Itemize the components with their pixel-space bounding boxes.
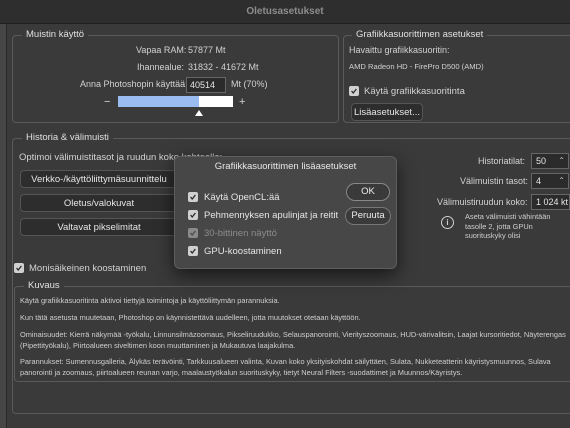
checkmark-icon bbox=[16, 265, 22, 272]
antialias-checkbox[interactable] bbox=[188, 210, 198, 220]
cache-levels-value: 4 bbox=[536, 176, 542, 186]
left-rail bbox=[0, 24, 7, 428]
cache-info-text: Aseta välimuisti vähintään tasolle 2, jo… bbox=[465, 212, 551, 242]
allow-unit: Mt (70%) bbox=[231, 79, 268, 89]
cache-levels-label: Välimuistin tasot: bbox=[460, 176, 529, 186]
multithread-checkbox[interactable] bbox=[14, 263, 24, 273]
opt-button-default-photos[interactable]: Oletus/valokuvat bbox=[20, 194, 178, 212]
description-p3: Ominaisuudet: Kierrä näkymää -työkalu, L… bbox=[20, 330, 566, 350]
opencl-label: Käytä OpenCL:ää bbox=[204, 192, 280, 203]
use-gpu-checkbox[interactable] bbox=[349, 86, 359, 96]
increase-button[interactable]: + bbox=[239, 96, 245, 108]
memory-title: Muistin käyttö bbox=[22, 29, 89, 40]
description-p1: Käytä grafiikkasuoritinta aktivoi tietty… bbox=[20, 296, 280, 305]
ok-button[interactable]: OK bbox=[346, 183, 390, 201]
history-states-value: 50 bbox=[536, 156, 547, 166]
opt-button-web-ui[interactable]: Verkko-/käyttöliittymäsuunnittelu bbox=[20, 170, 178, 188]
gpu-settings-title: Grafiikkasuorittimen asetukset bbox=[352, 29, 488, 40]
chevron-updown-icon: ⌃ bbox=[558, 176, 565, 185]
decrease-button[interactable]: − bbox=[104, 96, 110, 108]
info-icon: i bbox=[441, 216, 454, 229]
checkmark-icon bbox=[190, 212, 196, 219]
chevron-updown-icon: ⌃ bbox=[558, 156, 565, 165]
gpu-advanced-button[interactable]: Lisäasetukset... bbox=[351, 103, 423, 121]
ideal-range-label: Ihannealue: bbox=[137, 62, 185, 72]
gpu-name: AMD Radeon HD - FirePro D500 (AMD) bbox=[349, 62, 484, 71]
use-gpu-label: Käytä grafiikkasuoritinta bbox=[364, 86, 465, 97]
checkmark-icon bbox=[351, 88, 357, 95]
checkmark-icon bbox=[190, 230, 196, 237]
description-title: Kuvaus bbox=[24, 280, 64, 291]
tile-size-label: Välimuistiruudun koko: bbox=[437, 197, 528, 207]
multithread-label: Monisäikeinen koostaminen bbox=[29, 263, 147, 274]
ideal-range-value: 31832 - 41672 Mt bbox=[188, 62, 259, 72]
history-states-label: Historiatilat: bbox=[478, 156, 526, 166]
gpu-compositing-label: GPU-koostaminen bbox=[204, 246, 282, 257]
cache-levels-select[interactable]: 4 ⌃ bbox=[531, 173, 569, 189]
free-ram-value: 57877 Mt bbox=[188, 45, 226, 55]
tile-size-select[interactable]: 1 024 kt bbox=[531, 194, 570, 210]
description-p2: Kun tätä asetusta muutetaan, Photoshop o… bbox=[20, 313, 361, 322]
memory-slider-thumb[interactable] bbox=[194, 110, 203, 116]
dialog-title: Grafiikkasuorittimen lisäasetukset bbox=[214, 161, 357, 172]
history-title: Historia & välimuisti bbox=[22, 132, 113, 143]
cancel-button[interactable]: Peruuta bbox=[345, 207, 391, 225]
opt-button-huge-pixels[interactable]: Valtavat pikselimitat bbox=[20, 218, 178, 236]
gpu-advanced-dialog: Grafiikkasuorittimen lisäasetukset Käytä… bbox=[174, 156, 397, 269]
description-p4: Parannukset: Sumennusgalleria, Älykäs te… bbox=[20, 357, 551, 377]
gpu-detected-label: Havaittu grafiikkasuoritin: bbox=[349, 45, 450, 55]
gpu-compositing-checkbox[interactable] bbox=[188, 246, 198, 256]
history-states-select[interactable]: 50 ⌃ bbox=[531, 153, 569, 169]
memory-allow-input[interactable]: 40514 bbox=[186, 77, 226, 93]
30bit-display-checkbox bbox=[188, 228, 198, 238]
checkmark-icon bbox=[190, 194, 196, 201]
allow-label: Anna Photoshopin käyttää: bbox=[80, 79, 188, 89]
tile-size-value: 1 024 kt bbox=[536, 197, 569, 207]
opencl-checkbox[interactable] bbox=[188, 192, 198, 202]
memory-slider-track[interactable] bbox=[118, 96, 233, 107]
antialias-label: Pehmennyksen apulinjat ja reitit bbox=[204, 210, 339, 221]
memory-slider-fill bbox=[118, 96, 199, 107]
window-titlebar: Oletusasetukset bbox=[0, 0, 570, 24]
free-ram-label: Vapaa RAM: bbox=[136, 45, 187, 55]
30bit-display-label: 30-bittinen näyttö bbox=[204, 228, 277, 239]
window-title: Oletusasetukset bbox=[246, 6, 324, 17]
checkmark-icon bbox=[190, 248, 196, 255]
